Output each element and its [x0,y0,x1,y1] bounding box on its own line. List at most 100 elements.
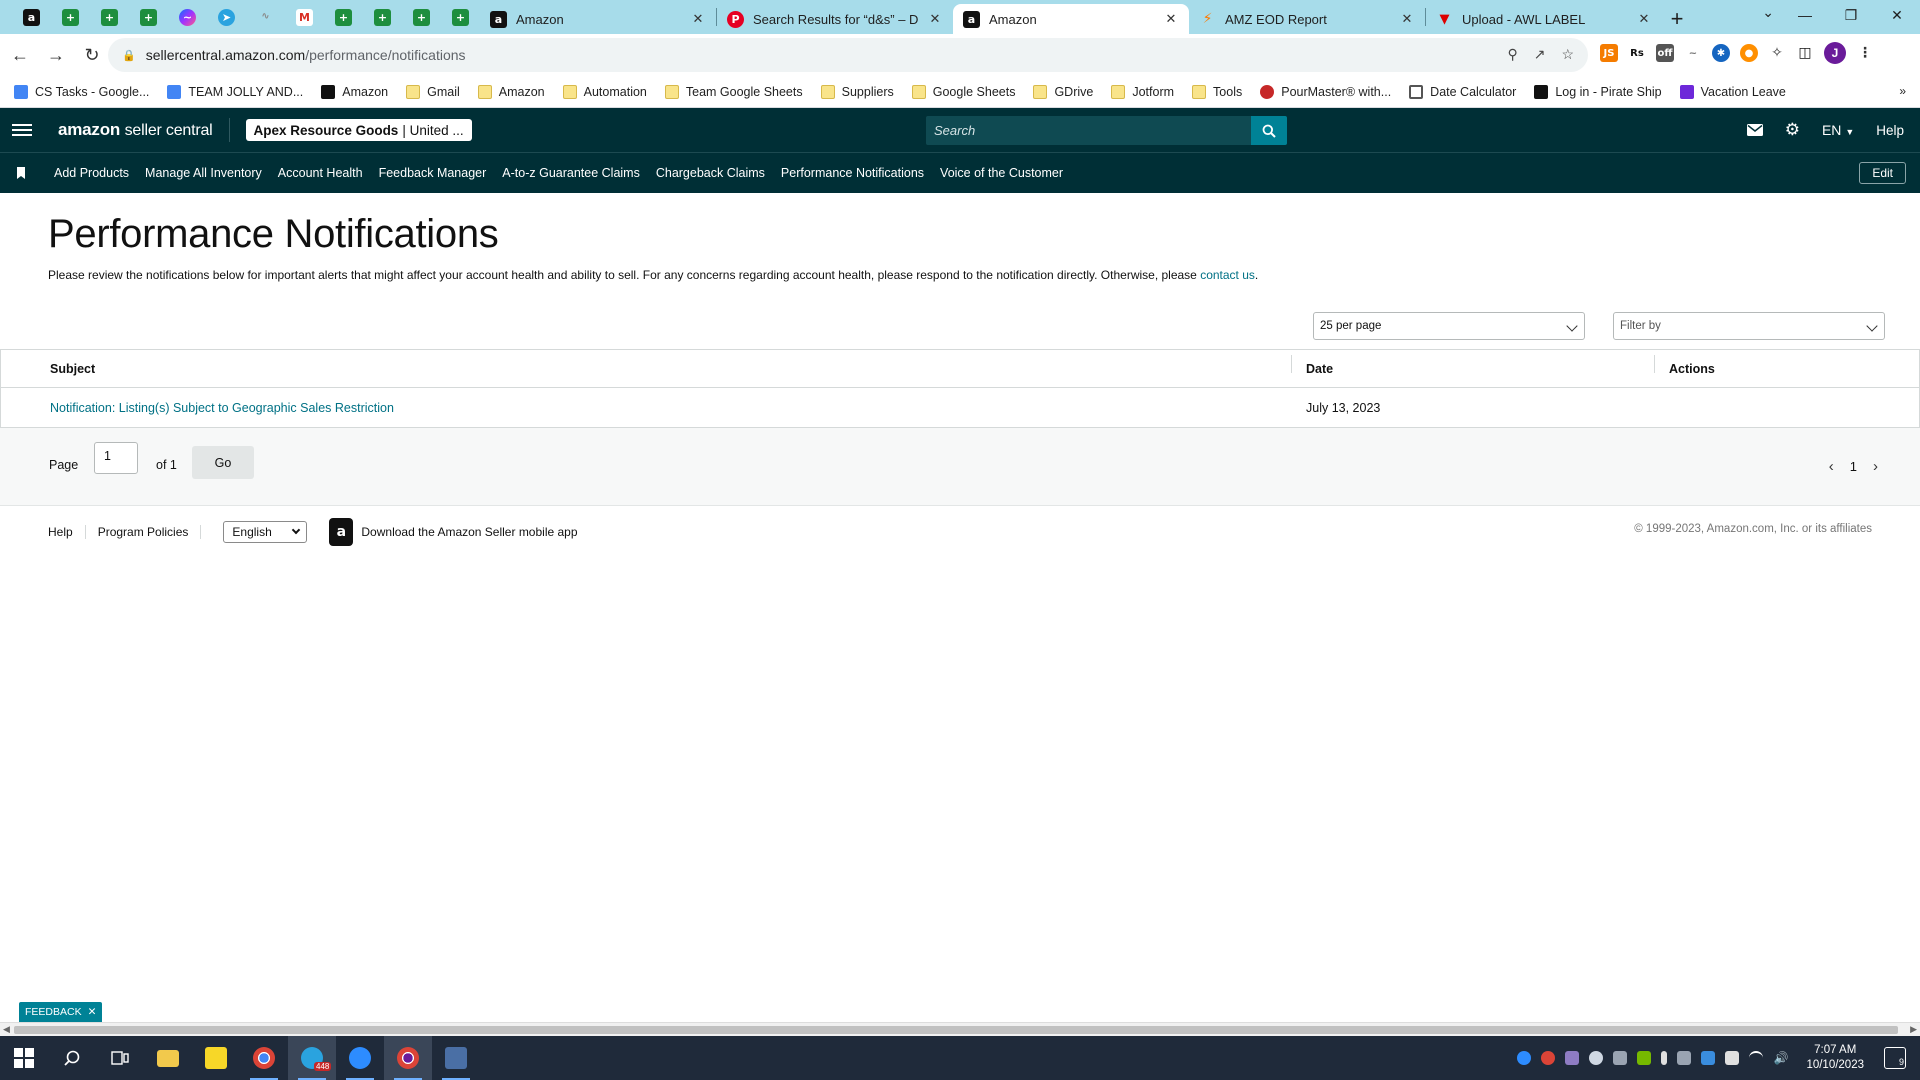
notification-center-icon[interactable]: 9 [1884,1047,1906,1069]
search-input[interactable]: Search [926,116,1251,145]
feedback-button[interactable]: FEEDBACK ✕ [19,1002,103,1022]
seller-central-logo[interactable]: amazon seller central [58,120,213,140]
bookmark-item[interactable]: GDrive [1033,84,1093,99]
address-bar[interactable]: 🔒 sellercentral.amazon.com/performance/n… [108,38,1588,72]
chrome-tray-icon[interactable] [1541,1051,1556,1065]
close-icon[interactable]: ✕ [88,1006,97,1018]
account-switcher[interactable]: Apex Resource Goods | United ... [245,119,472,141]
page-number[interactable]: 1 [1850,459,1857,474]
bookmark-item[interactable]: Automation [562,84,647,99]
column-header-subject[interactable]: Subject [1,362,1291,376]
program-policies-link[interactable]: Program Policies [98,525,189,539]
bookmark-item[interactable]: Amazon [321,84,388,99]
mobile-app-link[interactable]: a Download the Amazon Seller mobile app [329,518,578,546]
scroll-right-icon[interactable]: ▶ [1910,1024,1917,1035]
bookmark-item[interactable]: Jotform [1111,84,1174,99]
tab-search-icon[interactable]: ⌄ [1762,4,1774,21]
task-view[interactable] [96,1036,144,1080]
kebab-menu-icon[interactable]: ⋮ [1856,44,1874,62]
bookmark-item[interactable]: Suppliers [820,84,894,99]
bookmark-item[interactable]: PourMaster® with... [1260,84,1391,99]
nav-item[interactable]: Manage All Inventory [145,166,262,180]
start-button[interactable] [0,1036,48,1080]
close-icon[interactable]: ✕ [1636,11,1652,27]
pinned-tab-amazon[interactable]: a [12,0,51,34]
browser-tab-4[interactable]: ⚡ AMZ EOD Report ✕ [1189,4,1425,34]
nav-item[interactable]: A-to-z Guarantee Claims [502,166,640,180]
nav-item[interactable]: Chargeback Claims [656,166,765,180]
taskbar-file-explorer[interactable] [144,1036,192,1080]
pinned-tab-sheets-2[interactable]: + [90,0,129,34]
wifi-icon[interactable] [1749,1051,1764,1065]
extension-rs-icon[interactable]: Rs [1628,44,1646,62]
onedrive-icon[interactable] [1589,1051,1604,1065]
taskbar-chrome-profile[interactable] [384,1036,432,1080]
extension-off-icon[interactable]: off [1656,44,1674,62]
nav-item[interactable]: Voice of the Customer [940,166,1063,180]
extension-blue-icon[interactable]: ✱ [1712,44,1730,62]
bookmark-icon[interactable] [16,167,26,179]
per-page-select[interactable]: 25 per page [1313,312,1585,340]
pinned-tab-sheets-4[interactable]: + [324,0,363,34]
language-selector[interactable]: EN ▼ [1822,122,1854,138]
bookmark-item[interactable]: Date Calculator [1409,84,1516,99]
hamburger-menu-icon[interactable] [12,124,32,136]
pinned-tab-signature[interactable]: ∿ [246,0,285,34]
restore-icon[interactable]: ❐ [1828,0,1874,30]
footer-help-link[interactable]: Help [48,525,73,539]
nvidia-icon[interactable] [1637,1051,1652,1065]
tray-app-icon[interactable] [1701,1051,1716,1065]
nav-item[interactable]: Feedback Manager [379,166,487,180]
bookmark-item[interactable]: CS Tasks - Google... [14,84,149,99]
close-icon[interactable]: ✕ [1163,11,1179,27]
taskbar-clock[interactable]: 7:07 AM 10/10/2023 [1806,1043,1864,1073]
mail-icon[interactable] [1746,124,1763,136]
contact-us-link[interactable]: contact us [1200,268,1255,282]
minimize-icon[interactable]: — [1782,0,1828,30]
taskbar-sticky-notes[interactable] [192,1036,240,1080]
scroll-left-icon[interactable]: ◀ [3,1024,10,1035]
bookmark-item[interactable]: Tools [1192,84,1242,99]
nav-item[interactable]: Account Health [278,166,363,180]
close-window-icon[interactable]: ✕ [1874,0,1920,30]
settings-gear-icon[interactable]: ⚙ [1785,120,1800,140]
extension-orange-icon[interactable]: ● [1740,44,1758,62]
scrollbar-thumb[interactable] [14,1026,1898,1034]
notification-subject-link[interactable]: Notification: Listing(s) Subject to Geog… [1,401,1291,415]
star-icon[interactable]: ☆ [1561,46,1574,63]
search-button[interactable] [1251,116,1287,145]
forward-icon[interactable]: → [40,39,72,71]
mic-icon[interactable] [1661,1051,1668,1065]
browser-tab-3-active[interactable]: a Amazon ✕ [953,4,1189,34]
browser-tab-5[interactable]: ▼ Upload - AWL LABEL ✕ [1426,4,1662,34]
extension-signature-icon[interactable]: ~ [1684,44,1702,62]
bookmark-item[interactable]: TEAM JOLLY AND... [167,84,303,99]
footer-language-select[interactable]: English [223,521,308,543]
lock-icon[interactable]: 🔒 [122,49,136,62]
taskbar-chrome[interactable] [240,1036,288,1080]
reload-icon[interactable]: ↻ [76,39,108,71]
taskbar-telegram[interactable]: 448 [288,1036,336,1080]
go-button[interactable]: Go [192,446,254,479]
pinned-tab-sheets-3[interactable]: + [129,0,168,34]
bookmark-item[interactable]: Gmail [406,84,460,99]
taskbar-calculator[interactable] [432,1036,480,1080]
pinned-tab-telegram[interactable]: ➤ [207,0,246,34]
bookmark-item[interactable]: Log in - Pirate Ship [1534,84,1662,99]
bookmarks-overflow-icon[interactable]: » [1899,84,1906,98]
chevron-right-icon[interactable]: › [1873,458,1878,475]
pinned-tab-gmail[interactable]: M [285,0,324,34]
taskbar-search[interactable] [48,1036,96,1080]
pinned-tab-messenger[interactable]: ~ [168,0,207,34]
pinned-tab-sheets-5[interactable]: + [363,0,402,34]
share-icon[interactable]: ↗ [1534,46,1546,63]
zoom-tray-icon[interactable] [1517,1051,1532,1065]
puzzle-icon[interactable]: ✧ [1768,44,1786,62]
back-icon[interactable]: ← [4,39,36,71]
volume-icon[interactable]: 🔊 [1773,1051,1788,1065]
extension-js-icon[interactable]: JS [1600,44,1618,62]
tray-app-icon[interactable] [1677,1051,1692,1065]
keyboard-icon[interactable] [1725,1051,1740,1065]
browser-tab-2[interactable]: P Search Results for “d&s” – Dow ✕ [717,4,953,34]
bookmark-item[interactable]: Team Google Sheets [664,84,803,99]
